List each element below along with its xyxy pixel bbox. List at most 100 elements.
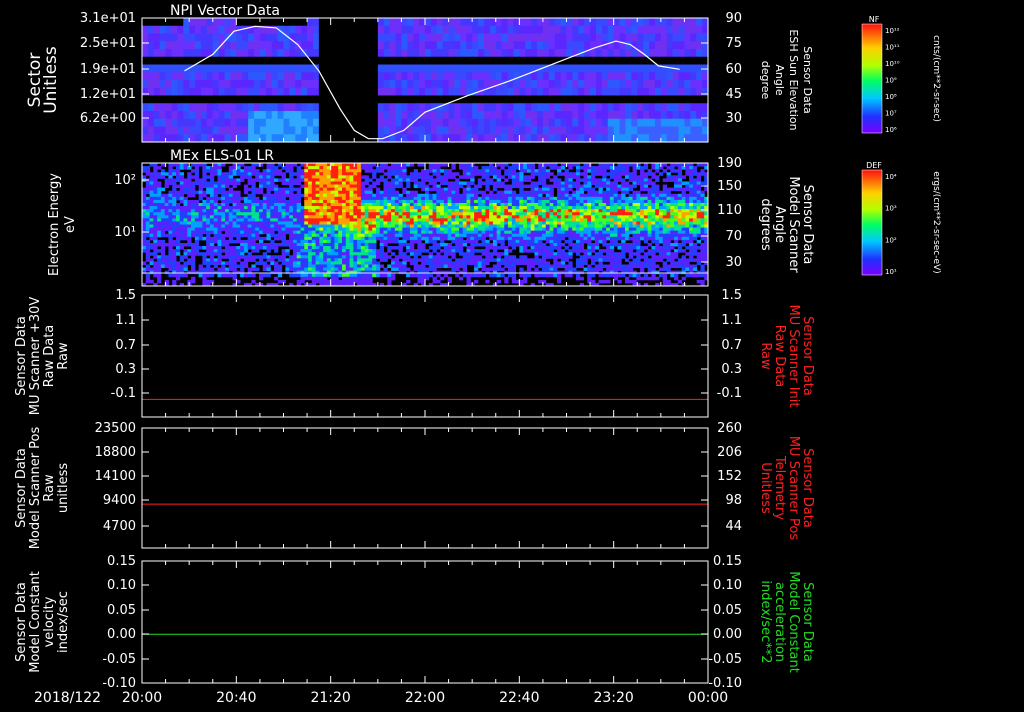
panel4-ytick-label: 9400	[103, 493, 136, 508]
panel4-y2label-line: MU Scanner Pos	[786, 436, 801, 541]
panel1-y2tick-label: 75	[725, 36, 742, 51]
panel4-y2tick-label: 260	[717, 421, 742, 436]
panel5-y2tick-label: 0.15	[713, 554, 742, 569]
date-label: 2018/122	[34, 690, 101, 706]
panel5-frame	[142, 561, 708, 683]
panel5-ytick-label: 0.10	[107, 578, 136, 593]
panel3-ytick-label: 0.7	[115, 338, 136, 353]
panel3-y2tick-label: 1.5	[721, 288, 742, 303]
colorbar-1-tick-label: 10¹²	[885, 27, 900, 35]
panel3-ytick-label: -0.1	[111, 386, 136, 401]
panel1-y2label-line: Sensor Data	[801, 46, 814, 113]
colorbar-2-tick-label: 10¹	[885, 268, 897, 276]
plot-canvas: 3.1e+012.5e+011.9e+011.2e+016.2e+0090756…	[0, 0, 1024, 708]
panel3-y2tick-label: -0.1	[717, 386, 742, 401]
time-tick-label: 23:20	[593, 690, 633, 706]
colorbar-2	[862, 170, 882, 275]
panel2-y2label-line: Angle	[772, 206, 787, 243]
colorbar-2-title: DEF	[866, 161, 882, 170]
plot-window: 3.1e+012.5e+011.9e+011.2e+016.2e+0090756…	[0, 0, 1024, 708]
panel4-ylabel-line: Model Scanner Pos	[28, 426, 43, 549]
time-tick-label: 20:00	[122, 690, 162, 706]
colorbar-1-unit: cnts/(cm**2-sr-sec)	[931, 35, 941, 122]
panel2-y2label-line: Model Scanner	[786, 176, 801, 273]
panel5-ytick-label: 0.00	[107, 627, 136, 642]
panel5-y2tick-label: -0.10	[708, 676, 742, 691]
panel4-ylabel-line: Sensor Data	[14, 448, 29, 528]
panel1-y2tick-label: 45	[725, 87, 742, 102]
panel5-y2tick-label: 0.10	[713, 578, 742, 593]
els-spectrogram	[142, 163, 709, 287]
panel3-ylabel-line: Raw Data	[42, 325, 57, 388]
panel5-y2tick-label: 0.00	[713, 627, 742, 642]
panel1-ylabel-line: Unitless	[41, 46, 61, 114]
colorbar-2-tick-label: 10³	[885, 205, 897, 213]
colorbar-1-title: NF	[869, 15, 880, 24]
panel4-frame	[142, 428, 708, 548]
panel1-title: NPI Vector Data	[170, 3, 280, 19]
panel2-ytick-label: 10²	[114, 173, 136, 188]
panel3-y2tick-label: 0.7	[721, 338, 742, 353]
panel4-ytick-label: 18800	[95, 445, 136, 460]
time-tick-label: 21:20	[310, 690, 350, 706]
panel3-ylabel-line: Sensor Data	[14, 316, 29, 396]
panel1-ytick-label: 1.9e+01	[80, 62, 136, 77]
colorbar-1-tick-label: 10⁶	[885, 126, 897, 134]
time-tick-label: 00:00	[688, 690, 728, 706]
panel4-ylabel-line: Raw	[42, 474, 57, 502]
panel2-y2tick-label: 150	[717, 179, 742, 194]
panel5-y2label-line: acceleration	[772, 582, 787, 662]
panel5-y2tick-label: 0.05	[713, 603, 742, 618]
panel1-y2label-line: Angle	[773, 64, 786, 96]
panel4-y2label-line: Sensor Data	[800, 448, 815, 528]
panel5-ylabel-line: Model Constant	[28, 571, 43, 673]
colorbar-1-tick-label: 10¹⁰	[885, 60, 900, 68]
panel4-y2tick-label: 98	[725, 493, 742, 508]
panel3-ytick-label: 0.3	[115, 362, 136, 377]
panel2-y2tick-label: 190	[717, 156, 742, 171]
panel5-y2label-line: index/sec**2	[758, 580, 773, 663]
time-tick-label: 20:40	[216, 690, 256, 706]
colorbar-1	[862, 24, 882, 133]
panel4-ytick-label: 23500	[95, 421, 136, 436]
panel3-y2label-line: MU Scanner Init	[786, 305, 801, 408]
panel3-y2tick-label: 0.3	[721, 362, 742, 377]
panel3-ylabel-line: MU Scanner +30V	[28, 297, 43, 416]
panel4-y2tick-label: 44	[725, 519, 742, 534]
panel4-ylabel-line: unitless	[56, 463, 71, 514]
panel5-y2tick-label: -0.05	[708, 652, 742, 667]
panel1-ytick-label: 2.5e+01	[80, 36, 136, 51]
panel2-y2tick-label: 30	[725, 255, 742, 270]
panel2-y2label-line: Sensor Data	[800, 185, 815, 265]
panel1-y2tick-label: 30	[725, 111, 742, 126]
panel5-ytick-label: -0.05	[102, 652, 136, 667]
panel1-y2label-line: ESH Sun Elevation	[787, 29, 800, 130]
time-tick-label: 22:40	[499, 690, 539, 706]
time-tick-label: 22:00	[405, 690, 445, 706]
panel2-ylabel-line: eV	[63, 216, 78, 233]
panel3-y2label-line: Raw Data	[772, 325, 787, 388]
colorbar-2-unit: ergs/(cm**2-sr-sec-eV)	[931, 171, 941, 273]
panel2-y2tick-label: 70	[725, 229, 742, 244]
panel3-ylabel-line: Raw	[56, 342, 71, 370]
panel3-y2label-line: Raw	[758, 342, 773, 370]
panel1-y2tick-label: 60	[725, 62, 742, 77]
panel1-ytick-label: 1.2e+01	[80, 87, 136, 102]
panel2-ytick-label: 10¹	[114, 225, 136, 240]
panel4-ytick-label: 4700	[103, 519, 136, 534]
panel4-y2tick-label: 206	[717, 445, 742, 460]
panel2-title: MEx ELS-01 LR	[170, 148, 274, 164]
panel4-y2label-line: Unitless	[758, 462, 773, 514]
panel4-y2label-line: Telemetry	[772, 455, 787, 520]
panel5-y2label-line: Sensor Data	[800, 582, 815, 662]
colorbar-1-tick-label: 10⁷	[885, 110, 897, 118]
panel3-y2tick-label: 1.1	[721, 313, 742, 328]
panel4-ytick-label: 14100	[95, 469, 136, 484]
panel4-y2tick-label: 152	[717, 469, 742, 484]
panel5-ylabel-line: Sensor Data	[14, 582, 29, 662]
panel3-ytick-label: 1.5	[115, 288, 136, 303]
panel3-frame	[142, 295, 708, 417]
panel1-y2label-line: degree	[759, 61, 772, 100]
panel5-ytick-label: 0.05	[107, 603, 136, 618]
panel5-ytick-label: 0.15	[107, 554, 136, 569]
